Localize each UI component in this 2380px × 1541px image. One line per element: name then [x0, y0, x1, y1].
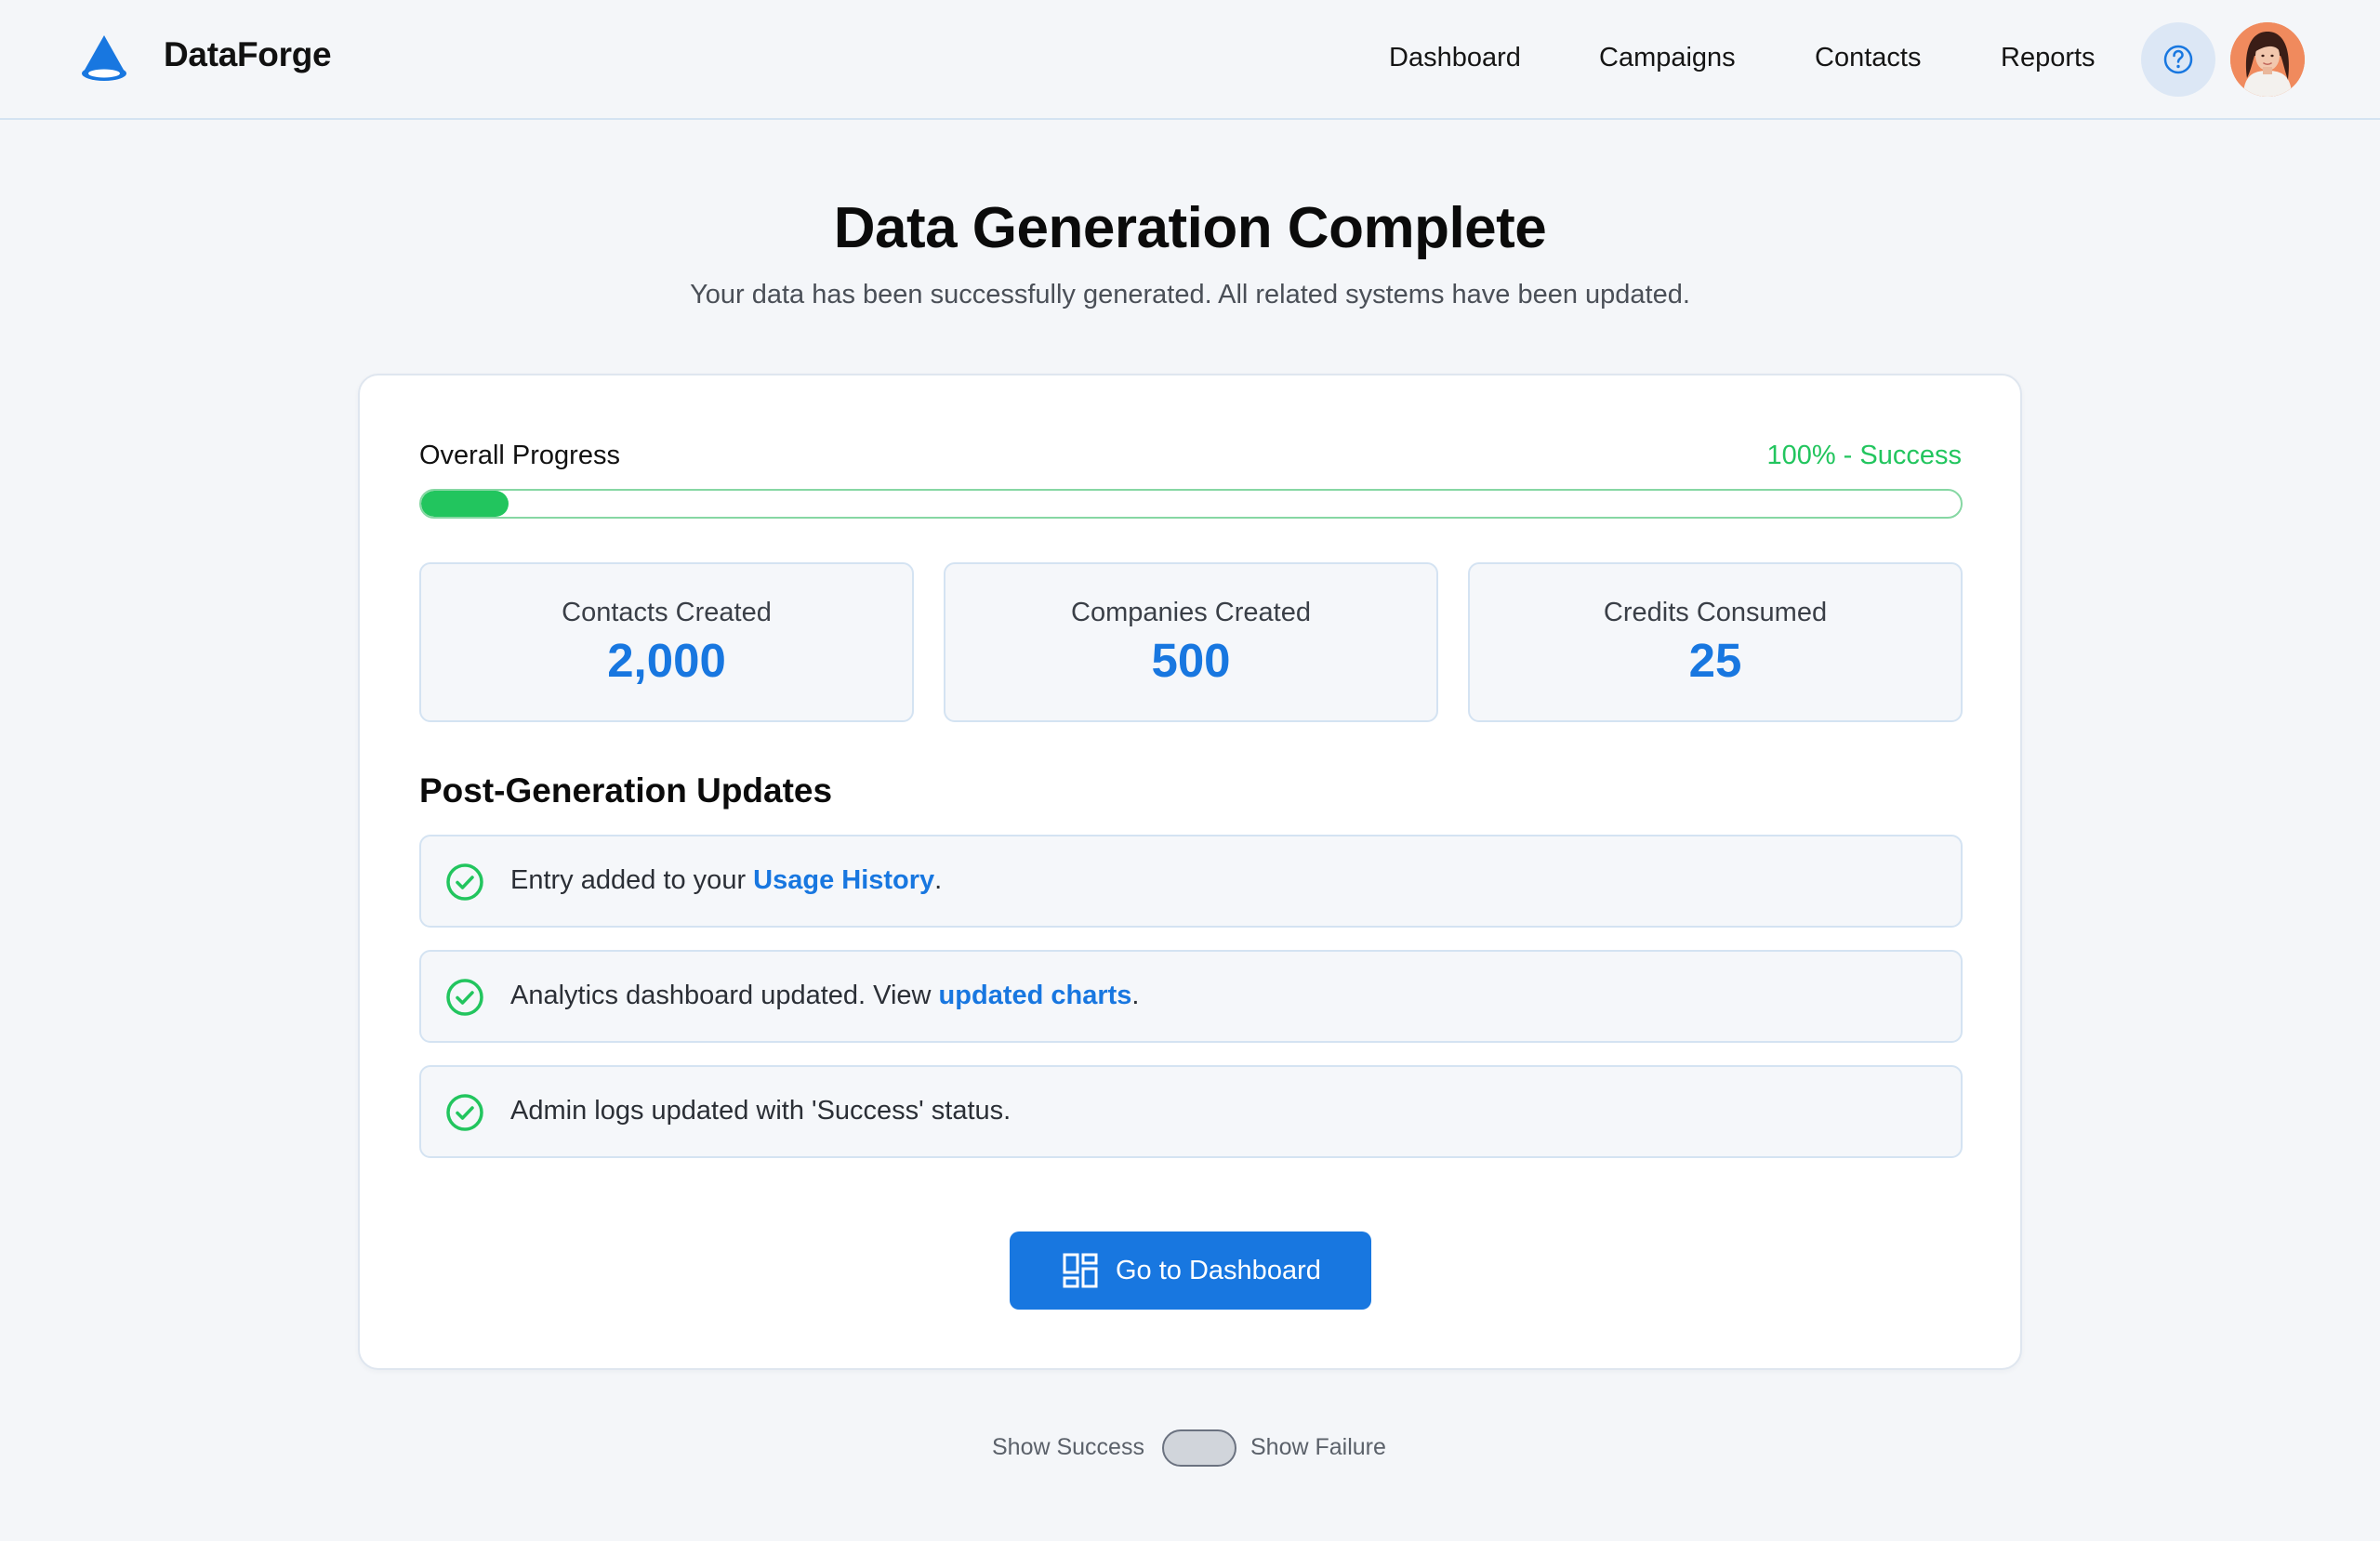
- brand-name[interactable]: DataForge: [164, 35, 332, 74]
- update-text-after: .: [1131, 981, 1140, 1010]
- stat-value: 500: [1151, 634, 1231, 687]
- dashboard-grid-icon: [1063, 1253, 1098, 1288]
- go-to-dashboard-button[interactable]: Go to Dashboard: [1010, 1231, 1371, 1310]
- update-item-analytics: Analytics dashboard updated. View update…: [419, 950, 1963, 1043]
- stat-value: 25: [1688, 634, 1742, 687]
- update-text-before: Admin logs updated with 'Success' status…: [510, 1096, 1012, 1126]
- update-text-before: Analytics dashboard updated. View: [510, 981, 939, 1010]
- cone-logo-icon[interactable]: [78, 33, 130, 85]
- update-text: Admin logs updated with 'Success' status…: [510, 1096, 1011, 1126]
- toggle-label-failure: Show Failure: [1250, 1434, 1386, 1460]
- success-failure-toggle[interactable]: [1162, 1429, 1236, 1467]
- update-text-before: Entry added to your: [510, 865, 754, 895]
- go-to-dashboard-label: Go to Dashboard: [1116, 1256, 1321, 1285]
- progress-bar-fill: [421, 491, 509, 517]
- stat-card-contacts: Contacts Created 2,000: [419, 562, 914, 722]
- help-button[interactable]: [2141, 22, 2215, 97]
- update-text-after: .: [934, 865, 943, 895]
- toggle-label-success: Show Success: [992, 1434, 1144, 1460]
- nav-contacts[interactable]: Contacts: [1815, 43, 1921, 73]
- top-navigation-bar: DataForge Dashboard Campaigns Contacts R…: [0, 0, 2380, 120]
- stat-value: 2,000: [607, 634, 726, 687]
- stat-card-companies: Companies Created 500: [944, 562, 1438, 722]
- update-item-admin-logs: Admin logs updated with 'Success' status…: [419, 1065, 1963, 1158]
- stat-label: Credits Consumed: [1603, 598, 1828, 627]
- nav-campaigns[interactable]: Campaigns: [1599, 43, 1736, 73]
- question-circle-icon: [2163, 45, 2193, 74]
- check-circle-icon: [446, 863, 483, 901]
- stat-label: Contacts Created: [562, 598, 772, 627]
- check-circle-icon: [446, 1094, 483, 1131]
- usage-history-link[interactable]: Usage History: [753, 865, 934, 895]
- nav-reports[interactable]: Reports: [2001, 43, 2096, 73]
- update-item-usage-history: Entry added to your Usage History.: [419, 835, 1963, 928]
- generation-summary-card: Overall Progress 100% - Success Contacts…: [358, 374, 2022, 1370]
- check-circle-icon: [446, 979, 483, 1016]
- progress-status: 100% - Success: [1766, 441, 1962, 470]
- progress-label: Overall Progress: [419, 441, 620, 470]
- stat-card-credits: Credits Consumed 25: [1468, 562, 1963, 722]
- nav-dashboard[interactable]: Dashboard: [1389, 43, 1521, 73]
- avatar-portrait-icon: [2230, 22, 2305, 97]
- stat-label: Companies Created: [1071, 598, 1311, 627]
- page-title: Data Generation Complete: [833, 196, 1547, 260]
- update-text: Entry added to your Usage History.: [510, 865, 942, 896]
- progress-bar: [419, 489, 1963, 519]
- updates-section-title: Post-Generation Updates: [419, 771, 833, 810]
- updated-charts-link[interactable]: updated charts: [939, 981, 1132, 1010]
- update-text: Analytics dashboard updated. View update…: [510, 981, 1139, 1011]
- page-subtitle: Your data has been successfully generate…: [690, 280, 1690, 310]
- user-avatar[interactable]: [2230, 22, 2305, 97]
